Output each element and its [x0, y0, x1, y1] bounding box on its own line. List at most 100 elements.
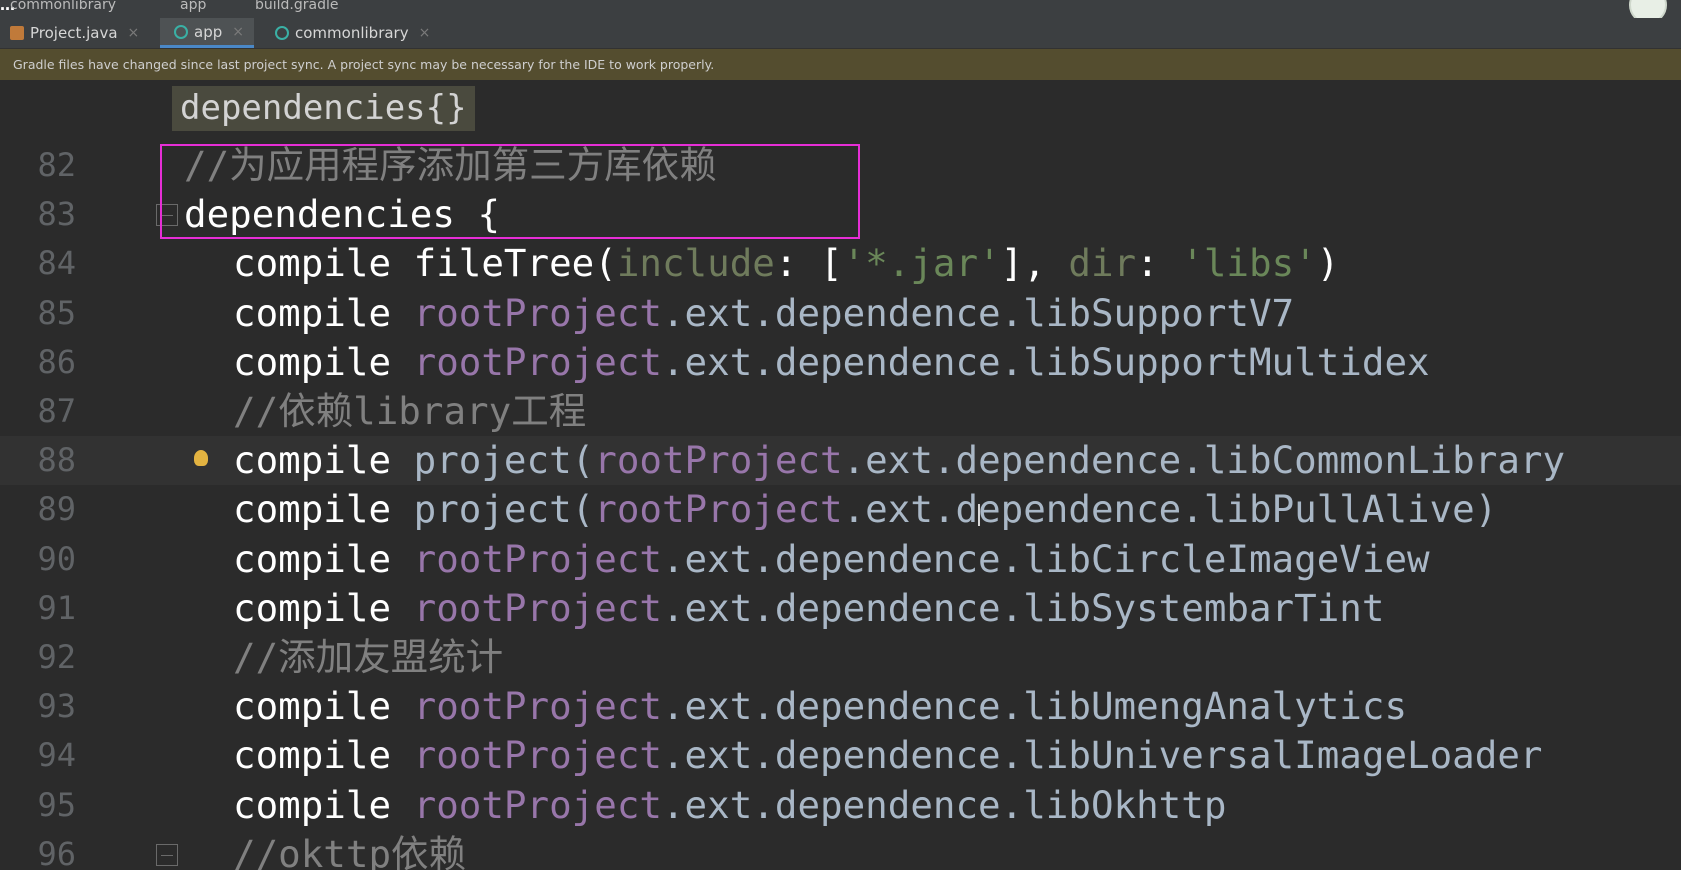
line-number: 94	[37, 736, 76, 775]
nav-crumb-build-gradle[interactable]: build.gradle	[255, 0, 339, 13]
line-number: 88	[37, 441, 76, 480]
code-token: rootProject	[413, 339, 662, 384]
tab-label: commonlibrary	[295, 24, 409, 42]
code-token: .ext.dependence.libOkhttp	[661, 782, 1227, 827]
line-number: 85	[37, 293, 76, 332]
code-line[interactable]: 86 compile rootProject.ext.dependence.lib…	[0, 338, 1681, 387]
line-number: 83	[37, 195, 76, 234]
code-text: compile rootProject.ext.dependence.libSu…	[233, 289, 1294, 338]
code-token: .ext.dependence.libSupportMultidex	[661, 339, 1430, 384]
tab-commonlibrary[interactable]: commonlibrary ×	[275, 18, 430, 48]
code-line[interactable]: 95 compile rootProject.ext.dependence.lib…	[0, 781, 1681, 830]
code-token: dir	[1068, 241, 1137, 286]
code-text: compile rootProject.ext.dependence.libUm…	[233, 682, 1407, 731]
code-line[interactable]: 87 //依赖library工程	[0, 387, 1681, 436]
code-line[interactable]: 90 compile rootProject.ext.dependence.lib…	[0, 535, 1681, 584]
code-text: compile rootProject.ext.dependence.libCi…	[233, 535, 1430, 584]
code-line[interactable]: 94 compile rootProject.ext.dependence.lib…	[0, 731, 1681, 780]
code-token: .ext.dependence.libPullAlive)	[842, 487, 1498, 532]
code-comment: //依赖library工程	[233, 387, 586, 436]
code-token: rootProject	[413, 536, 662, 581]
line-number: 92	[37, 638, 76, 676]
code-line[interactable]: 85 compile rootProject.ext.dependence.lib…	[0, 289, 1681, 338]
code-token: compile	[233, 241, 414, 286]
nav-crumb-app[interactable]: app	[180, 0, 206, 13]
code-token: .ext.dependence.libUmengAnalytics	[661, 684, 1408, 729]
code-token: .ext.dependence.libCommonLibrary	[842, 438, 1566, 483]
code-token: rootProject	[413, 733, 662, 778]
code-text: compile project(rootProject.ext.dependen…	[233, 436, 1565, 485]
code-token: rootProject	[413, 290, 662, 335]
code-token: rootProject	[413, 585, 662, 630]
avatar[interactable]	[1629, 0, 1667, 18]
tab-label: Project.java	[30, 24, 118, 42]
code-token: //依赖library工程	[233, 389, 587, 433]
tab-label: app	[194, 22, 223, 41]
code-line[interactable]: 96 //okttp依赖	[0, 830, 1681, 870]
code-token: : [	[774, 241, 843, 286]
code-token: compile	[233, 339, 414, 384]
code-token: //添加友盟统计	[233, 635, 504, 679]
close-icon[interactable]: ×	[128, 25, 140, 41]
code-line[interactable]: 93 compile rootProject.ext.dependence.lib…	[0, 682, 1681, 731]
code-editor[interactable]: 82//为应用程序添加第三方库依赖 83 dependencies {84 compi…	[0, 141, 1681, 870]
code-text: compile rootProject.ext.dependence.libSy…	[233, 584, 1384, 633]
fold-toggle-icon[interactable]	[156, 843, 178, 866]
java-file-icon	[10, 26, 24, 40]
code-line[interactable]: 91 compile rootProject.ext.dependence.lib…	[0, 584, 1681, 633]
text-cursor-icon	[978, 504, 980, 526]
code-token: compile	[233, 536, 414, 581]
gradle-icon	[275, 26, 289, 40]
code-token: compile	[233, 733, 414, 778]
code-comment: //添加友盟统计	[233, 633, 503, 682]
code-token: .ext.dependence.libSystembarTint	[661, 585, 1385, 630]
code-token: include	[616, 241, 775, 286]
line-number: 82	[37, 146, 76, 184]
code-token: :	[1136, 241, 1182, 286]
line-number: 89	[37, 490, 76, 529]
line-number: 93	[37, 687, 76, 726]
nav-crumb-commonlibrary[interactable]: commonlibrary	[10, 0, 116, 13]
gradle-icon	[174, 24, 188, 39]
code-line[interactable]: 84 compile fileTree(include: ['*.jar'], d…	[0, 239, 1681, 288]
tab-project-java[interactable]: Project.java ×	[10, 18, 150, 48]
code-token: 'libs'	[1181, 241, 1317, 286]
code-text: compile project(rootProject.ext.dependen…	[233, 485, 1497, 534]
lightbulb-icon[interactable]	[194, 450, 208, 467]
code-token: rootProject	[594, 438, 843, 483]
code-token: .ext.dependence.libCircleImageView	[661, 536, 1430, 581]
code-token: compile	[233, 487, 414, 532]
code-token: )	[1316, 241, 1340, 286]
code-token: fileTree(	[413, 241, 617, 286]
line-number: 91	[37, 588, 76, 627]
code-token: //okttp依赖	[233, 831, 467, 870]
code-text: compile rootProject.ext.dependence.libUn…	[233, 731, 1542, 780]
code-line[interactable]: 88 compile project(rootProject.ext.depend…	[0, 436, 1681, 486]
code-token: compile	[233, 585, 414, 630]
code-line[interactable]: 89 compile project(rootProject.ext.depend…	[0, 485, 1681, 534]
line-number: 84	[37, 244, 76, 283]
gradle-sync-banner: Gradle files have changed since last pro…	[0, 49, 1681, 80]
code-token: project(	[413, 438, 595, 483]
tab-app[interactable]: app ×	[160, 18, 254, 48]
line-number: 86	[37, 342, 76, 381]
editor-tabs: Project.java × app × commonlibrary ×	[0, 18, 1681, 49]
code-token: .ext.dependence.libUniversalImageLoader	[661, 733, 1543, 778]
code-line[interactable]: 92 //添加友盟统计	[0, 633, 1681, 682]
code-text: compile fileTree(include: ['*.jar'], dir…	[233, 239, 1339, 288]
navigation-bar: … commonlibrary app build.gradle	[0, 0, 1681, 18]
breadcrumb[interactable]: dependencies{}	[172, 86, 475, 131]
code-token: project(	[413, 487, 595, 532]
code-token: compile	[233, 782, 414, 827]
code-token: rootProject	[413, 782, 662, 827]
code-token: ],	[1000, 241, 1069, 286]
line-number: 95	[37, 785, 76, 824]
close-icon[interactable]: ×	[419, 25, 431, 41]
code-comment: //okttp依赖	[233, 830, 466, 870]
code-token: '*.jar'	[842, 241, 1001, 286]
line-number: 96	[37, 834, 76, 870]
code-token: compile	[233, 290, 414, 335]
close-icon[interactable]: ×	[232, 24, 244, 40]
code-text: compile rootProject.ext.dependence.libOk…	[233, 781, 1226, 830]
code-token: .ext.dependence.libSupportV7	[661, 290, 1295, 335]
